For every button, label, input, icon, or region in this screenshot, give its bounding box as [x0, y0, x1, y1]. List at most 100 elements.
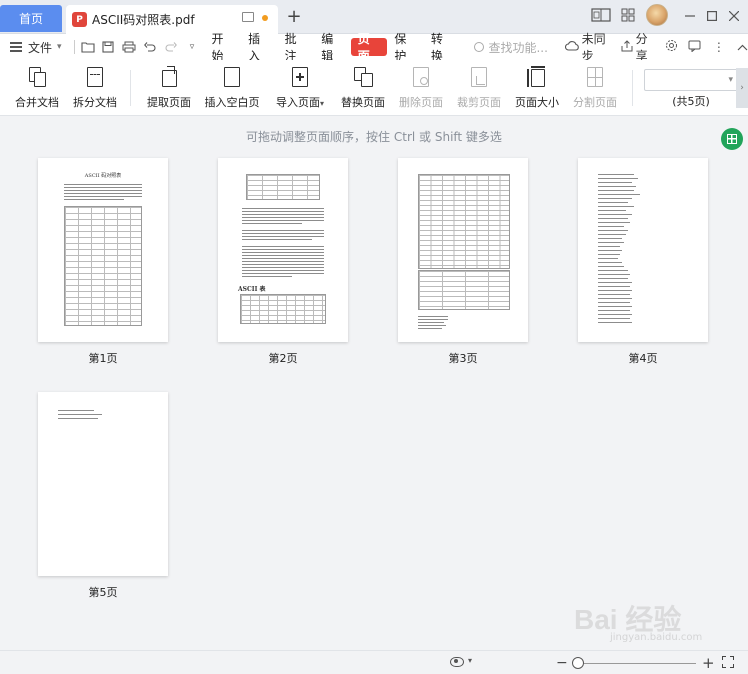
- open-folder-icon[interactable]: [79, 38, 96, 56]
- zoom-out-button[interactable]: −: [556, 655, 568, 671]
- delete-page-icon: [410, 66, 432, 88]
- new-tab-button[interactable]: +: [284, 6, 304, 27]
- import-page-label: 导入页面▾: [275, 96, 324, 109]
- reorder-hint: 可拖动调整页面顺序，按住 Ctrl 或 Shift 键多选: [246, 130, 502, 144]
- search-function-box[interactable]: 查找功能...: [474, 39, 564, 56]
- menu-icon: [10, 42, 22, 52]
- document-tab[interactable]: P ASCII码对照表.pdf: [66, 5, 278, 34]
- page-ribbon: 合并文档 拆分文档 提取页面 插入空白页 导入页面▾ 替换页面 删除页面 裁剪页…: [0, 60, 748, 116]
- split-page-label: 分割页面: [573, 96, 617, 109]
- import-page-button[interactable]: 导入页面▾: [272, 64, 328, 112]
- document-tab-title: ASCII码对照表.pdf: [92, 13, 195, 27]
- page-label-2: 第2页: [268, 352, 298, 365]
- page-thumbnail-4[interactable]: [578, 158, 708, 342]
- import-page-icon: [289, 66, 311, 88]
- replace-page-icon: [352, 66, 374, 88]
- share-icon[interactable]: [621, 39, 633, 55]
- search-icon: [474, 42, 485, 52]
- minimize-icon[interactable]: [680, 6, 700, 26]
- split-page-button[interactable]: 分割页面: [572, 64, 618, 112]
- page-total: (共5页): [672, 95, 710, 108]
- pdf-file-icon: P: [72, 12, 87, 27]
- settings-gear-icon[interactable]: [665, 39, 678, 55]
- eye-protection-icon[interactable]: [450, 657, 464, 667]
- fullscreen-icon[interactable]: [722, 656, 734, 668]
- sync-status[interactable]: 未同步: [582, 30, 611, 64]
- more-options-icon[interactable]: ⋮: [713, 40, 725, 54]
- delete-page-button[interactable]: 删除页面: [398, 64, 444, 112]
- undo-icon[interactable]: [142, 38, 159, 56]
- reading-mode-icon[interactable]: [590, 6, 612, 24]
- insert-blank-page-label: 插入空白页: [204, 96, 260, 109]
- replace-page-button[interactable]: 替换页面: [340, 64, 386, 112]
- menu-item-edit[interactable]: 编辑: [314, 32, 351, 63]
- ribbon-scroll-right-icon[interactable]: ›: [736, 68, 748, 108]
- crop-page-label: 裁剪页面: [457, 96, 501, 109]
- page-range-select[interactable]: ▾: [644, 69, 738, 91]
- collapse-ribbon-icon[interactable]: [737, 40, 748, 54]
- spreadsheet-app-icon[interactable]: [721, 128, 743, 150]
- page-label-3: 第3页: [448, 352, 478, 365]
- replace-page-label: 替换页面: [341, 96, 385, 109]
- redo-icon[interactable]: [163, 38, 180, 56]
- split-document-icon: [84, 66, 106, 88]
- chevron-down-icon: ▾: [57, 42, 62, 52]
- close-icon[interactable]: [724, 6, 744, 26]
- menu-item-insert[interactable]: 插入: [241, 32, 278, 63]
- split-document-label: 拆分文档: [73, 96, 117, 109]
- maximize-icon[interactable]: [702, 6, 722, 26]
- save-icon[interactable]: [100, 38, 117, 56]
- user-avatar[interactable]: [646, 4, 668, 26]
- page-size-button[interactable]: 页面大小: [514, 64, 560, 112]
- chevron-down-icon: ▾: [319, 99, 324, 108]
- page-thumbnail-3[interactable]: [398, 158, 528, 342]
- monitor-icon[interactable]: [242, 12, 254, 22]
- zoom-in-button[interactable]: +: [702, 654, 715, 672]
- customize-toolbar-icon[interactable]: ▿: [184, 38, 201, 56]
- chevron-down-icon[interactable]: ▾: [468, 656, 472, 665]
- chevron-down-icon: ▾: [728, 75, 733, 85]
- delete-page-label: 删除页面: [399, 96, 443, 109]
- home-tab[interactable]: 首页: [0, 5, 62, 32]
- page-label-5: 第5页: [88, 586, 118, 599]
- menu-bar: 文件 ▾ ▿ 开始 插入 批注 编辑 页面 保护 转换 查找功能... 未同步 …: [0, 32, 748, 63]
- menu-item-comment[interactable]: 批注: [278, 32, 315, 63]
- page-thumbnail-5[interactable]: [38, 392, 168, 576]
- page-thumbnail-2[interactable]: ASCII 表: [218, 158, 348, 342]
- extract-page-icon: [158, 66, 180, 88]
- merge-document-button[interactable]: 合并文档: [14, 64, 60, 112]
- page-size-label: 页面大小: [515, 96, 559, 109]
- ribbon-divider: [632, 70, 633, 106]
- page-label-1: 第1页: [88, 352, 118, 365]
- extract-page-label: 提取页面: [147, 96, 191, 109]
- menu-item-protect[interactable]: 保护: [387, 32, 424, 63]
- cloud-sync-icon[interactable]: [564, 40, 579, 54]
- page-1-heading: ASCII 码对照表: [84, 173, 122, 179]
- menu-item-start[interactable]: 开始: [205, 32, 242, 63]
- print-icon[interactable]: [121, 38, 138, 56]
- zoom-slider-track[interactable]: [574, 663, 696, 664]
- title-bar: 首页 P ASCII码对照表.pdf +: [0, 0, 748, 34]
- feedback-icon[interactable]: [688, 40, 701, 55]
- merge-document-icon: [26, 66, 48, 88]
- page-thumbnail-1[interactable]: ASCII 码对照表: [38, 158, 168, 342]
- extract-page-button[interactable]: 提取页面: [146, 64, 192, 112]
- divider: [74, 40, 76, 54]
- watermark-url: jingyan.baidu.com: [610, 632, 703, 643]
- split-document-button[interactable]: 拆分文档: [72, 64, 118, 112]
- split-page-icon: [584, 66, 606, 88]
- crop-page-button[interactable]: 裁剪页面: [456, 64, 502, 112]
- page-2-heading: ASCII 表: [238, 286, 266, 293]
- menu-item-convert[interactable]: 转换: [424, 32, 461, 63]
- zoom-slider-handle[interactable]: [572, 657, 584, 669]
- file-menu[interactable]: 文件 ▾: [0, 39, 70, 56]
- crop-page-icon: [468, 66, 490, 88]
- insert-blank-page-button[interactable]: 插入空白页: [204, 64, 260, 112]
- blank-page-icon: [221, 66, 243, 88]
- baidu-jingyan-watermark: Bai 经验 jingyan.baidu.com: [574, 598, 734, 648]
- unsaved-dot-icon: [262, 15, 268, 21]
- share-button[interactable]: 分享: [636, 30, 655, 64]
- file-menu-label: 文件: [28, 40, 53, 55]
- grid-apps-icon[interactable]: [620, 6, 636, 24]
- menu-item-page[interactable]: 页面: [350, 32, 388, 63]
